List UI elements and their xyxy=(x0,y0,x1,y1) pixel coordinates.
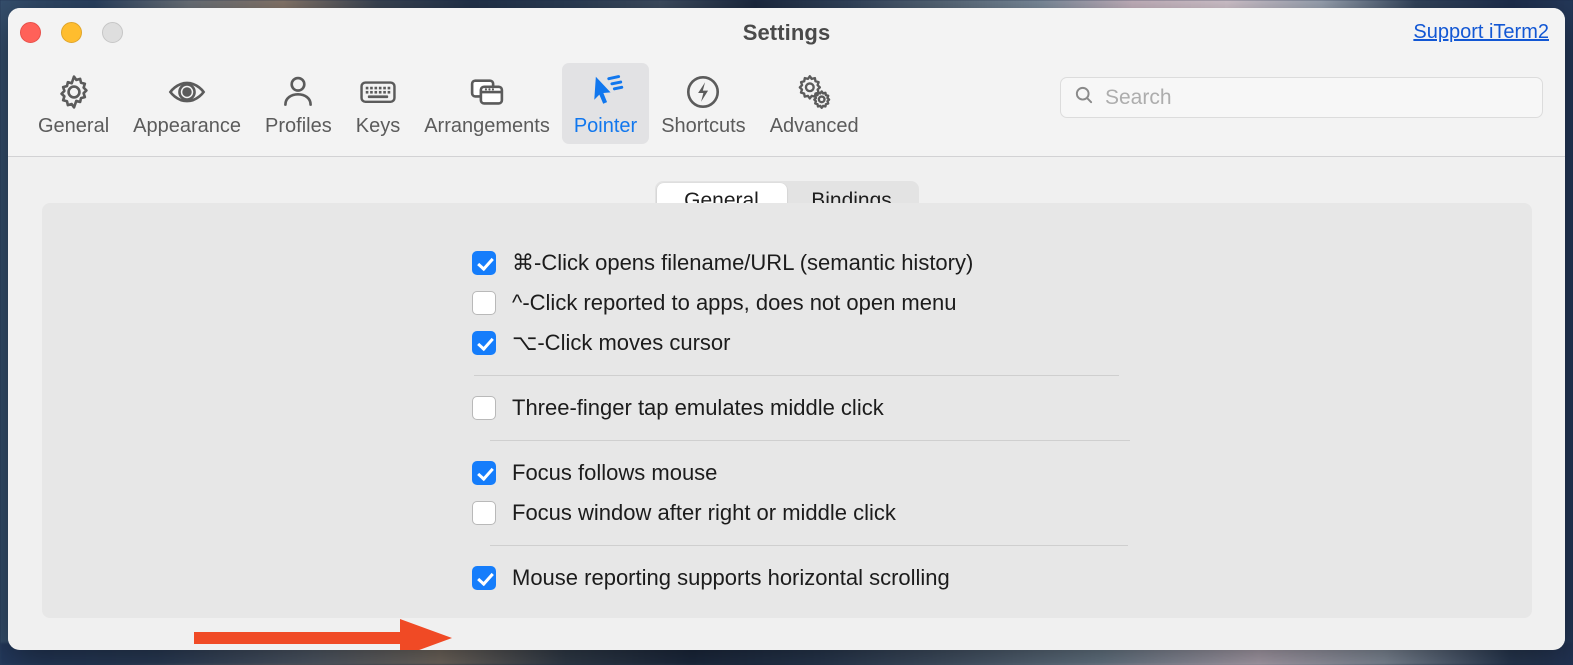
checkbox-three-finger-tap[interactable] xyxy=(472,396,496,420)
checkbox-opt-click[interactable] xyxy=(472,331,496,355)
pref-row-focus-window-after-click[interactable]: Focus window after right or middle click xyxy=(472,493,1152,533)
group-divider xyxy=(490,440,1130,441)
pref-row-opt-click[interactable]: ⌥-Click moves cursor xyxy=(472,323,1152,363)
toolbar-tab-label: Arrangements xyxy=(424,115,550,137)
cursor-arrow-icon xyxy=(585,71,627,113)
pref-row-ctrl-click[interactable]: ^-Click reported to apps, does not open … xyxy=(472,283,1152,323)
person-icon xyxy=(277,71,319,113)
bolt-circle-icon xyxy=(682,71,724,113)
pref-label: Focus window after right or middle click xyxy=(512,500,896,525)
toolbar-tab-label: Advanced xyxy=(769,115,859,137)
window-title: Settings xyxy=(742,20,831,45)
toolbar-tab-label: Appearance xyxy=(133,115,242,137)
gear-icon xyxy=(53,71,95,113)
search-field[interactable]: Search xyxy=(1060,77,1543,118)
pref-row-horizontal-scrolling[interactable]: Mouse reporting supports horizontal scro… xyxy=(472,558,1152,598)
search-icon xyxy=(1073,84,1095,111)
toolbar-tab-shortcuts[interactable]: Shortcuts xyxy=(649,63,757,144)
pref-label: ^-Click reported to apps, does not open … xyxy=(512,290,957,315)
checkbox-focus-follows-mouse[interactable] xyxy=(472,461,496,485)
toolbar-tab-label: General xyxy=(38,115,110,137)
keyboard-icon xyxy=(357,71,399,113)
title-bar: Settings Support iTerm2 xyxy=(8,8,1565,57)
red-arrow-annotation xyxy=(194,619,452,650)
checkbox-horizontal-scrolling[interactable] xyxy=(472,566,496,590)
group-divider xyxy=(474,375,1119,376)
toolbar-tab-profiles[interactable]: Profiles xyxy=(253,63,344,144)
toolbar-tab-pointer[interactable]: Pointer xyxy=(561,63,650,144)
checkbox-cmd-click[interactable] xyxy=(472,251,496,275)
eye-icon xyxy=(166,71,208,113)
checkbox-focus-window-after-click[interactable] xyxy=(472,501,496,525)
pref-label: Three-finger tap emulates middle click xyxy=(512,395,884,420)
toolbar-tab-label: Pointer xyxy=(573,115,638,137)
toolbar-tab-label: Keys xyxy=(355,115,401,137)
checkbox-ctrl-click[interactable] xyxy=(472,291,496,315)
toolbar-tab-arrangements[interactable]: Arrangements xyxy=(412,63,562,144)
pref-label: ⌥-Click moves cursor xyxy=(512,330,731,355)
toolbar-tab-general[interactable]: General xyxy=(26,63,121,144)
settings-content: General Bindings ⌘-Click opens filename/… xyxy=(8,157,1565,650)
settings-window: Settings Support iTerm2 General Appearan… xyxy=(8,8,1565,650)
windows-icon xyxy=(466,71,508,113)
pref-label: Mouse reporting supports horizontal scro… xyxy=(512,565,950,590)
toolbar-tab-label: Shortcuts xyxy=(661,115,746,137)
group-divider xyxy=(490,545,1128,546)
double-gear-icon xyxy=(793,71,835,113)
pref-label: Focus follows mouse xyxy=(512,460,718,485)
settings-toolbar: General Appearance Profiles Keys Arrange… xyxy=(8,57,1565,157)
toolbar-tab-label: Profiles xyxy=(265,115,332,137)
pref-row-three-finger-tap[interactable]: Three-finger tap emulates middle click xyxy=(472,388,1152,428)
pref-row-focus-follows-mouse[interactable]: Focus follows mouse xyxy=(472,453,1152,493)
pref-label: ⌘-Click opens filename/URL (semantic his… xyxy=(512,250,974,275)
support-iterm2-link[interactable]: Support iTerm2 xyxy=(1413,21,1549,44)
toolbar-tab-keys[interactable]: Keys xyxy=(344,63,412,144)
toolbar-tab-appearance[interactable]: Appearance xyxy=(121,63,253,144)
search-placeholder: Search xyxy=(1105,85,1172,109)
pref-row-cmd-click[interactable]: ⌘-Click opens filename/URL (semantic his… xyxy=(472,243,1152,283)
settings-panel: ⌘-Click opens filename/URL (semantic his… xyxy=(42,203,1532,618)
toolbar-tab-list: General Appearance Profiles Keys Arrange… xyxy=(26,63,871,144)
preferences-list: ⌘-Click opens filename/URL (semantic his… xyxy=(472,243,1152,598)
toolbar-tab-advanced[interactable]: Advanced xyxy=(758,63,871,144)
